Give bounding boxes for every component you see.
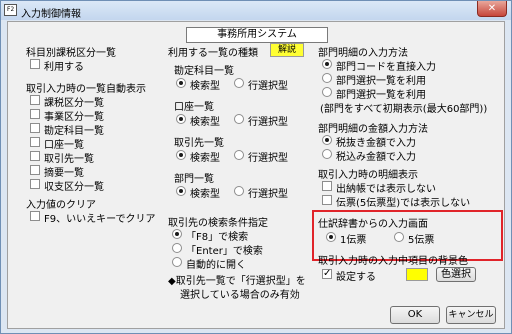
shiwake-1-label: 1伝票: [340, 235, 367, 246]
detail-voucher-checkbox[interactable]: [322, 195, 332, 205]
group-title: 口座一覧: [174, 102, 214, 113]
shiwake-1-radio[interactable]: [326, 232, 336, 242]
shiwake-5-label: 5伝票: [408, 235, 435, 246]
select-type-label: 行選択型: [248, 189, 288, 200]
clear-heading: 入力値のクリア: [26, 200, 96, 211]
auto-item-checkbox[interactable]: [30, 123, 40, 133]
dept-note: (部門をすべて初期表示(最大60部門)): [320, 104, 488, 115]
title-bar: F2 入力制御情報 ✕: [1, 1, 511, 20]
detail-voucher-label: 伝票(5伝票型)では表示しない: [336, 198, 471, 209]
search-f8-radio[interactable]: [172, 229, 182, 239]
select-type-radio[interactable]: [234, 186, 244, 196]
dept-list-all-radio[interactable]: [322, 87, 332, 97]
amount-heading: 部門明細の金額入力方法: [318, 124, 428, 135]
auto-item-checkbox[interactable]: [30, 179, 40, 189]
note-line: ◆取引先一覧で「行選択型」を: [168, 276, 306, 287]
search-f8-label: 「F8」で検索: [186, 232, 249, 243]
tax-excluded-label: 税抜き金額で入力: [336, 138, 416, 149]
search-enter-label: 「Enter」で検索: [186, 246, 263, 257]
group-title: 取引先一覧: [174, 138, 224, 149]
detail-cashbook-label: 出納帳では表示しない: [336, 184, 436, 195]
close-icon[interactable]: ✕: [477, 1, 507, 17]
use-checkbox[interactable]: [30, 59, 40, 69]
search-type-radio[interactable]: [176, 78, 186, 88]
dialog-body: 事務所用システム 科目別課税区分一覧 利用する 取引入力時の一覧自動表示 課税区…: [7, 21, 505, 329]
shiwake-5-radio[interactable]: [394, 232, 404, 242]
auto-display-heading: 取引入力時の一覧自動表示: [26, 84, 146, 95]
tax-excluded-radio[interactable]: [322, 135, 332, 145]
kamoku-heading: 科目別課税区分一覧: [26, 48, 116, 59]
tax-included-radio[interactable]: [322, 149, 332, 159]
auto-item-checkbox[interactable]: [30, 165, 40, 175]
dept-list-radio[interactable]: [322, 73, 332, 83]
app-icon: F2: [4, 4, 17, 16]
detail-heading: 取引入力時の明細表示: [318, 170, 418, 181]
select-type-radio[interactable]: [234, 78, 244, 88]
select-type-radio[interactable]: [234, 150, 244, 160]
select-type-label: 行選択型: [248, 153, 288, 164]
note-line: 選択している場合のみ有効: [180, 290, 300, 301]
tax-included-label: 税込み金額で入力: [336, 152, 416, 163]
search-cond-heading: 取引先の検索条件指定: [168, 218, 268, 229]
auto-item-checkbox[interactable]: [30, 95, 40, 105]
use-label: 利用する: [44, 62, 84, 73]
search-type-label: 検索型: [190, 189, 220, 200]
group-title: 部門一覧: [174, 174, 214, 185]
auto-item-checkbox[interactable]: [30, 137, 40, 147]
cancel-button[interactable]: キャンセル: [446, 306, 496, 324]
bgcolor-swatch: [406, 268, 428, 281]
window-title: 入力制御情報: [21, 9, 81, 20]
kaisetsu-button[interactable]: 解説: [270, 43, 304, 57]
auto-item-checkbox[interactable]: [30, 109, 40, 119]
search-type-label: 検索型: [190, 81, 220, 92]
search-type-label: 検索型: [190, 117, 220, 128]
search-type-radio[interactable]: [176, 150, 186, 160]
bgcolor-label: 設定する: [336, 272, 376, 283]
auto-item-label: 口座一覧: [44, 140, 84, 151]
dialog-window: F2 入力制御情報 ✕ 事務所用システム 科目別課税区分一覧 利用する 取引入力…: [0, 0, 512, 334]
search-type-radio[interactable]: [176, 114, 186, 124]
system-title: 事務所用システム: [186, 27, 328, 43]
dept-list-all-label: 部門選択一覧を利用: [336, 90, 426, 101]
select-type-radio[interactable]: [234, 114, 244, 124]
ok-button[interactable]: OK: [390, 306, 440, 324]
bgcolor-checkbox[interactable]: [322, 268, 332, 279]
dept-heading: 部門明細の入力方法: [318, 48, 408, 59]
search-auto-label: 自動的に開く: [186, 260, 246, 271]
dept-direct-label: 部門コードを直接入力: [336, 62, 436, 73]
select-type-label: 行選択型: [248, 81, 288, 92]
search-type-radio[interactable]: [176, 186, 186, 196]
dept-direct-radio[interactable]: [322, 59, 332, 69]
auto-item-label: 課税区分一覧: [44, 98, 104, 109]
bgcolor-heading: 取引入力時の入力中項目の背景色: [318, 256, 468, 267]
auto-item-label: 事業区分一覧: [44, 112, 104, 123]
color-select-button[interactable]: 色選択: [436, 267, 476, 282]
search-enter-radio[interactable]: [172, 243, 182, 253]
auto-item-label: 取引先一覧: [44, 154, 94, 165]
search-type-label: 検索型: [190, 153, 220, 164]
dept-list-label: 部門選択一覧を利用: [336, 76, 426, 87]
list-type-heading: 利用する一覧の種類: [168, 48, 258, 59]
auto-item-label: 勘定科目一覧: [44, 126, 104, 137]
auto-item-checkbox[interactable]: [30, 151, 40, 161]
clear-label: F9、いいえキーでクリア: [44, 214, 156, 225]
group-title: 勘定科目一覧: [174, 66, 234, 77]
clear-checkbox[interactable]: [30, 211, 40, 221]
select-type-label: 行選択型: [248, 117, 288, 128]
detail-cashbook-checkbox[interactable]: [322, 181, 332, 191]
shiwake-heading: 仕訳辞書からの入力画面: [318, 219, 428, 230]
auto-item-label: 摘要一覧: [44, 168, 84, 179]
auto-item-label: 収支区分一覧: [44, 182, 104, 193]
search-auto-radio[interactable]: [172, 257, 182, 267]
